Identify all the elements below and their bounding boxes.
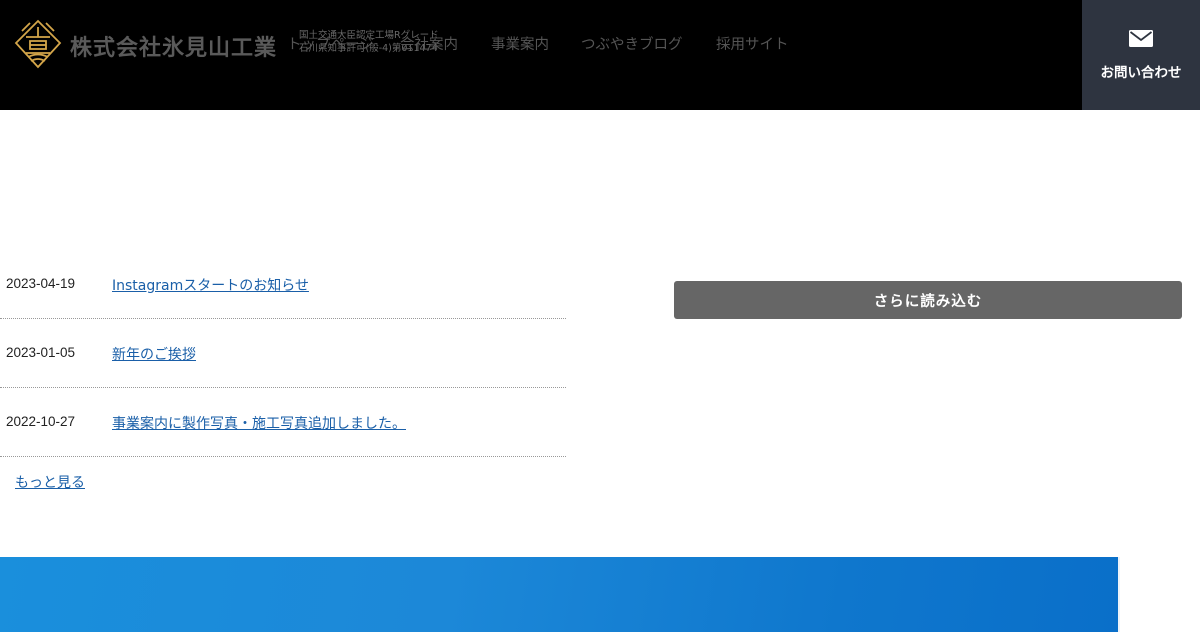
nav-item-business[interactable]: 事業案内 xyxy=(491,33,549,54)
news-date: 2023-01-05 xyxy=(6,345,76,360)
site-header: 株式会社氷見山工業 国土交通大臣認定工場Rグレード 石川県知事許可(般-4)第0… xyxy=(0,0,1200,110)
news-date: 2022-10-27 xyxy=(6,414,76,429)
news-more-link[interactable]: もっと見る xyxy=(15,472,85,492)
news-title-link[interactable]: 事業案内に製作写真・施工写真追加しました。 xyxy=(112,413,406,433)
company-name[interactable]: 株式会社氷見山工業 xyxy=(70,30,277,62)
mail-icon xyxy=(1129,30,1153,47)
nav-item-recruit[interactable]: 採用サイト xyxy=(716,33,789,54)
news-item: 2022-10-27 事業案内に製作写真・施工写真追加しました。 xyxy=(0,388,566,457)
news-item: 2023-01-05 新年のご挨拶 xyxy=(0,319,566,388)
contact-button[interactable]: お問い合わせ xyxy=(1082,0,1200,110)
banner-edge xyxy=(1118,557,1120,632)
hero-banner xyxy=(0,557,1118,632)
nav-item-top[interactable]: トップページ xyxy=(287,33,374,54)
news-date: 2023-04-19 xyxy=(6,276,76,291)
company-logo-icon[interactable] xyxy=(14,19,62,69)
news-item: 2023-04-19 Instagramスタートのお知らせ xyxy=(0,250,566,319)
news-title-link[interactable]: 新年のご挨拶 xyxy=(112,344,196,364)
contact-label: お問い合わせ xyxy=(1100,65,1182,81)
load-more-button[interactable]: さらに読み込む xyxy=(674,281,1182,319)
nav-item-blog[interactable]: つぶやきブログ xyxy=(581,33,683,54)
news-title-link[interactable]: Instagramスタートのお知らせ xyxy=(112,275,309,295)
nav-item-company[interactable]: 会社案内 xyxy=(400,33,458,54)
news-list: 2023-04-19 Instagramスタートのお知らせ 2023-01-05… xyxy=(0,250,566,457)
